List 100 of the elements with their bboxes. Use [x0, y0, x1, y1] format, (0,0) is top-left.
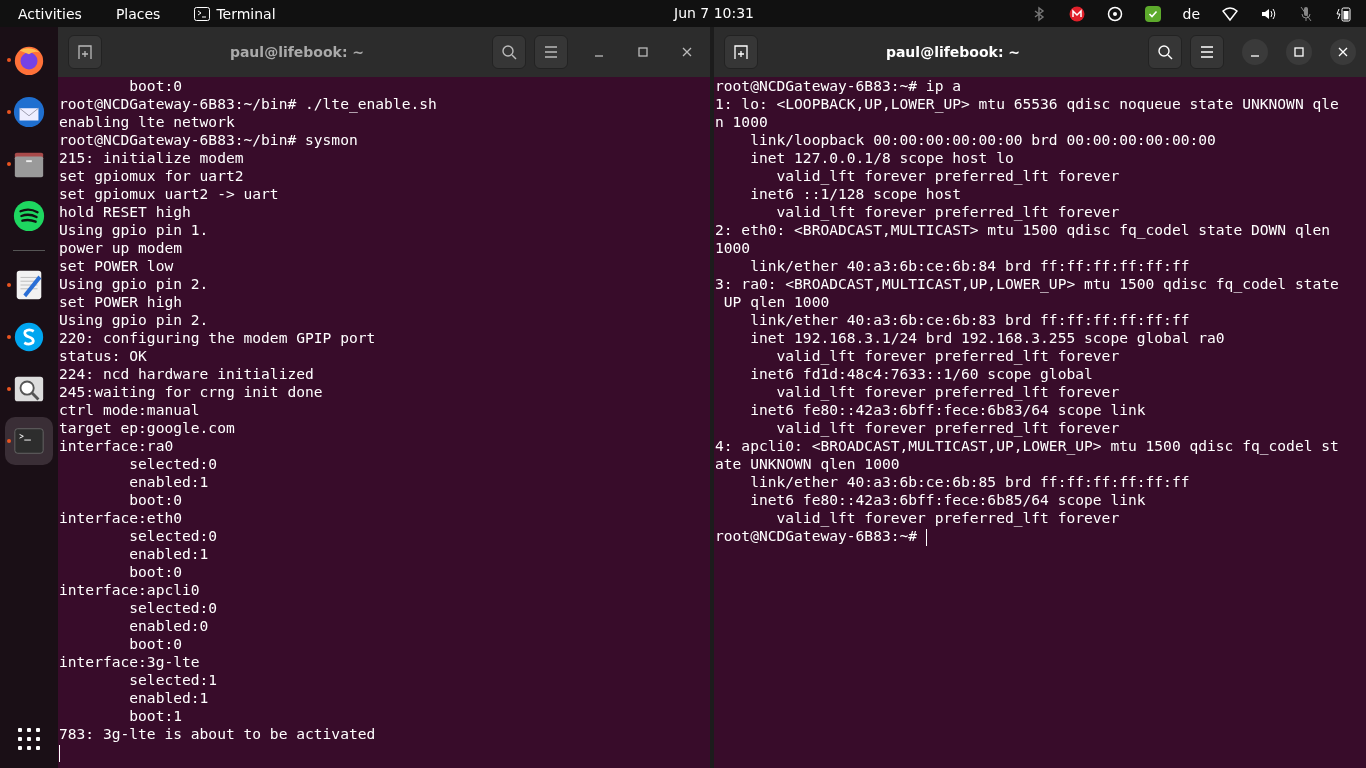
terminal-line: interface:eth0 — [59, 509, 182, 526]
terminal-line: enabled:1 — [128, 545, 209, 562]
terminal-line: target ep:google.com — [59, 419, 235, 436]
app-menu[interactable]: Terminal — [216, 5, 276, 22]
terminal-line: enabled:1 — [128, 689, 209, 706]
terminal-line: link/ether 40:a3:6b:ce:6b:84 brd ff:ff:ff:ff:ff:ff — [749, 257, 1190, 274]
terminal-line: 3: ra0: <BROADCAST,MULTICAST,UP,LOWER_UP> mtu 1500 qdisc fq_codel state — [715, 275, 1339, 292]
terminal-line: 4: apcli0: <BROADCAST,MULTICAST,UP,LOWER_UP> mtu 1500 qdisc fq_codel st — [715, 437, 1339, 454]
close-button[interactable] — [1330, 39, 1356, 65]
terminal-line: power up modem — [59, 239, 182, 256]
terminal-line: valid_lft forever preferred_lft forever — [775, 203, 1120, 220]
check-status-icon[interactable] — [1144, 5, 1161, 22]
terminal-line: root@NCDGateway-6B83:~# — [715, 527, 919, 544]
terminal-line: valid_lft forever preferred_lft forever — [775, 419, 1120, 436]
clock[interactable]: Jun 7 10:31 — [674, 5, 755, 21]
terminal-line: boot:1 — [128, 707, 182, 724]
window-title: paul@lifebook: ~ — [228, 44, 366, 60]
terminal-line: enabled:0 — [128, 617, 209, 634]
app-grid-icon[interactable] — [18, 728, 40, 750]
terminal-line: 245:waiting for crng init done — [59, 383, 323, 400]
terminal-line: link/ether 40:a3:6b:ce:6b:85 brd ff:ff:ff:ff:ff:ff — [749, 473, 1190, 490]
terminal-line: set gpiomux for uart2 — [59, 167, 244, 184]
close-icon — [682, 47, 692, 57]
terminal-line: selected:0 — [128, 527, 218, 544]
terminal-line: link/loopback 00:00:00:00:00:00 brd 00:00:00:00:00:00 — [749, 131, 1216, 148]
terminal-line: 1000 — [715, 239, 751, 256]
terminal-line: boot:0 — [128, 563, 182, 580]
keyboard-layout[interactable]: de — [1182, 5, 1200, 22]
terminal-line: boot:0 — [128, 491, 182, 508]
terminal-line: valid_lft forever preferred_lft forever — [775, 347, 1120, 364]
new-tab-icon — [733, 44, 749, 60]
terminal-line: inet 192.168.3.1/24 brd 192.168.3.255 scope global ra0 — [749, 329, 1225, 346]
terminal-line: valid_lft forever preferred_lft forever — [775, 383, 1120, 400]
terminal-line: enabling lte network — [59, 113, 235, 130]
terminal-line: 215: initialize modem — [59, 149, 244, 166]
terminal-line: interface:apcli0 — [59, 581, 200, 598]
terminal-line: hold RESET high — [59, 203, 191, 220]
search-icon — [1157, 44, 1173, 60]
terminal-line: set POWER low — [59, 257, 174, 274]
activities-button[interactable]: Activities — [18, 5, 82, 22]
minimize-icon — [594, 55, 604, 57]
terminal-line: inet6 ::1/128 scope host — [749, 185, 961, 202]
terminal-line: inet6 fd1d:48c4:7633::1/60 scope global — [749, 365, 1093, 382]
search-button[interactable] — [1148, 35, 1182, 69]
terminal-line: 224: ncd hardware initialized — [59, 365, 314, 382]
terminal-line: interface:3g-lte — [59, 653, 200, 670]
new-tab-button[interactable] — [724, 35, 758, 69]
terminal-line: 1: lo: <LOOPBACK,UP,LOWER_UP> mtu 65536 qdisc noqueue state UNKNOWN qle — [715, 95, 1339, 112]
terminal-line: Using gpio pin 2. — [59, 275, 209, 292]
muted-microphone-icon[interactable] — [1298, 5, 1314, 22]
terminal-line: valid_lft forever preferred_lft forever — [775, 167, 1120, 184]
maximize-icon — [638, 47, 648, 57]
terminal-line: inet6 fe80::42a3:6bff:fece:6b83/64 scope link — [749, 401, 1146, 418]
terminal-line: root@NCDGateway-6B83:~/bin# ./lte_enable.sh — [59, 95, 437, 112]
search-icon — [501, 44, 517, 60]
terminal-line: enabled:1 — [128, 473, 209, 490]
terminal-line: selected:0 — [128, 455, 218, 472]
terminal-line: n 1000 — [715, 113, 768, 130]
terminal-line: ctrl mode:manual — [59, 401, 200, 418]
maximize-button[interactable] — [1286, 39, 1312, 65]
terminal-line: set gpiomux uart2 -> uart — [59, 185, 279, 202]
terminal-line: UP qlen 1000 — [722, 293, 830, 310]
terminal-line: 2: eth0: <BROADCAST,MULTICAST> mtu 1500 qdisc fq_codel state DOWN qlen — [715, 221, 1331, 238]
mail-icon[interactable] — [12, 95, 46, 129]
terminal-line: boot:0 — [128, 635, 182, 652]
maximize-icon — [1294, 47, 1304, 57]
music-app-icon[interactable] — [12, 199, 46, 233]
terminal-line: 220: configuring the modem GPIP port — [59, 329, 376, 346]
text-cursor — [925, 528, 927, 546]
wifi-icon[interactable] — [1222, 5, 1238, 22]
search-button[interactable] — [492, 35, 526, 69]
menu-icon — [1200, 46, 1214, 58]
terminal-icon — [194, 6, 211, 21]
chat-app-icon[interactable] — [12, 320, 46, 354]
new-tab-icon — [77, 44, 93, 60]
terminal-line: root@NCDGateway-6B83:~/bin# sysmon — [59, 131, 358, 148]
battery-icon[interactable] — [1336, 5, 1352, 22]
new-tab-button[interactable] — [68, 35, 102, 69]
terminal-line: interface:ra0 — [59, 437, 174, 454]
terminal-line: inet 127.0.0.1/8 scope host lo — [749, 149, 1014, 166]
menu-button[interactable] — [1190, 35, 1224, 69]
menu-icon — [544, 46, 558, 58]
text-cursor — [59, 744, 60, 762]
terminal-line: Using gpio pin 1. — [59, 221, 209, 238]
window-title: paul@lifebook: ~ — [884, 44, 1022, 60]
terminal-line: selected:1 — [128, 671, 218, 688]
app-status-icon[interactable] — [1068, 5, 1085, 22]
minimize-icon — [1250, 55, 1260, 57]
terminal-line: root@NCDGateway-6B83:~# ip a — [715, 77, 961, 94]
minimize-button[interactable] — [1242, 39, 1268, 65]
menu-button[interactable] — [534, 35, 568, 69]
terminal-line: inet6 fe80::42a3:6bff:fece:6b85/64 scope link — [749, 491, 1146, 508]
terminal-line: status: OK — [59, 347, 147, 364]
terminal-line: 783: 3g-lte is about to be activated — [59, 725, 376, 742]
terminal-line: Using gpio pin 2. — [59, 311, 209, 328]
places-menu[interactable]: Places — [115, 5, 161, 22]
close-icon — [1338, 47, 1348, 57]
terminal-line: valid_lft forever preferred_lft forever — [775, 509, 1120, 526]
terminal-line: selected:0 — [128, 599, 218, 616]
terminal-line: ate UNKNOWN qlen 1000 — [715, 455, 900, 472]
